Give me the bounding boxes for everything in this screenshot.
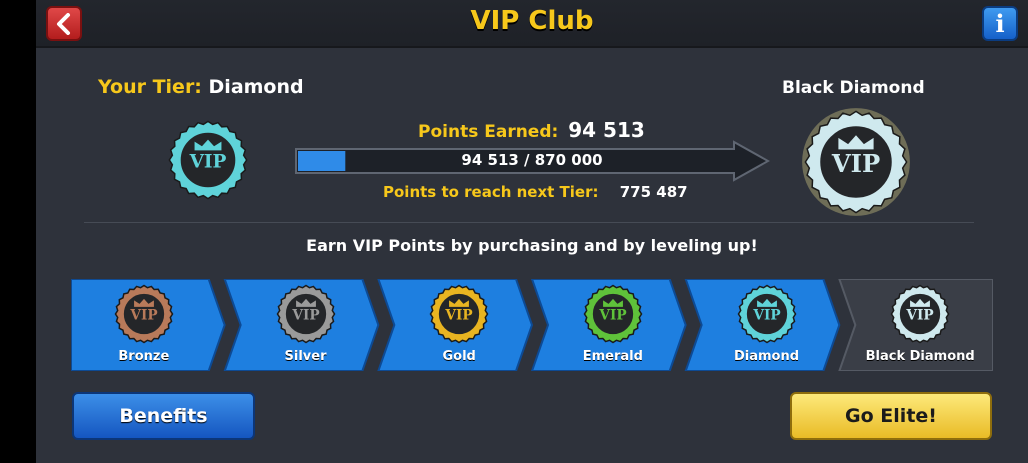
next-tier-badge: VIP bbox=[796, 104, 916, 220]
vip-badge-text: VIP bbox=[291, 308, 319, 324]
page-title: VIP Club bbox=[470, 6, 594, 36]
vip-badge-text: VIP bbox=[598, 308, 626, 324]
info-button[interactable]: i bbox=[982, 6, 1018, 41]
vip-badge-text: VIP bbox=[129, 308, 157, 324]
next-tier-name: Black Diamond bbox=[782, 78, 925, 98]
points-earned: Points Earned: 94 513 bbox=[418, 118, 645, 142]
vip-badge-text: VIP bbox=[752, 308, 780, 324]
tier-badge-gold: VIP bbox=[428, 283, 490, 345]
vip-badge-text: VIP bbox=[831, 149, 880, 178]
vip-badge-text: VIP bbox=[445, 308, 473, 324]
vip-badge-icon: VIP bbox=[890, 284, 950, 344]
tier-badge-emerald: VIP bbox=[582, 283, 644, 345]
tier-badge-silver: VIP bbox=[275, 283, 337, 345]
vip-badge-icon: VIP bbox=[114, 284, 174, 344]
tier-label: Black Diamond bbox=[865, 349, 975, 364]
earn-message: Earn VIP Points by purchasing and by lev… bbox=[306, 236, 758, 255]
your-tier-label: Your Tier: bbox=[98, 76, 202, 98]
tier-badge-bronze: VIP bbox=[113, 283, 175, 345]
tier-label: Gold bbox=[442, 349, 476, 364]
points-to-next-value: 775 487 bbox=[619, 183, 688, 201]
tier-badge-diamond: VIP bbox=[736, 283, 798, 345]
tier-label: Silver bbox=[284, 349, 327, 364]
vip-badge-text: VIP bbox=[906, 308, 934, 324]
vip-badge-icon: VIP bbox=[802, 108, 910, 216]
points-to-next-label: Points to reach next Tier: bbox=[383, 183, 599, 201]
tier-badge-black-diamond: VIP bbox=[889, 283, 951, 345]
go-elite-button[interactable]: Go Elite! bbox=[790, 392, 992, 440]
progress-text: 94 513 / 870 000 bbox=[461, 151, 603, 169]
benefits-button[interactable]: Benefits bbox=[72, 392, 255, 440]
tier-progression: VIP Bronze VIP Silver VIP Gold VIP Emerald VIP Di… bbox=[71, 279, 993, 371]
top-bar: VIP Club i bbox=[36, 0, 1028, 48]
info-icon: i bbox=[995, 9, 1005, 38]
tier-label: Bronze bbox=[118, 349, 170, 364]
vip-badge-icon: VIP bbox=[276, 284, 335, 344]
vip-club-screen: VIP Club i Your Tier: Diamond Black Diam… bbox=[36, 0, 1028, 463]
vip-badge-icon: VIP bbox=[168, 120, 248, 200]
points-to-next: Points to reach next Tier: 775 487 bbox=[383, 183, 688, 201]
tier-label: Diamond bbox=[733, 349, 800, 364]
your-tier-name: Diamond bbox=[208, 76, 304, 98]
vip-badge-text: VIP bbox=[189, 152, 227, 173]
tier-label: Emerald bbox=[582, 349, 643, 364]
points-earned-label: Points Earned: bbox=[418, 122, 559, 142]
vip-badge-icon: VIP bbox=[737, 284, 796, 344]
your-tier: Your Tier: Diamond bbox=[98, 76, 304, 98]
vip-badge-icon: VIP bbox=[429, 284, 489, 344]
points-earned-value: 94 513 bbox=[568, 118, 645, 142]
current-tier-badge: VIP bbox=[166, 118, 250, 202]
vip-badge-icon: VIP bbox=[583, 284, 643, 344]
divider bbox=[84, 222, 974, 223]
